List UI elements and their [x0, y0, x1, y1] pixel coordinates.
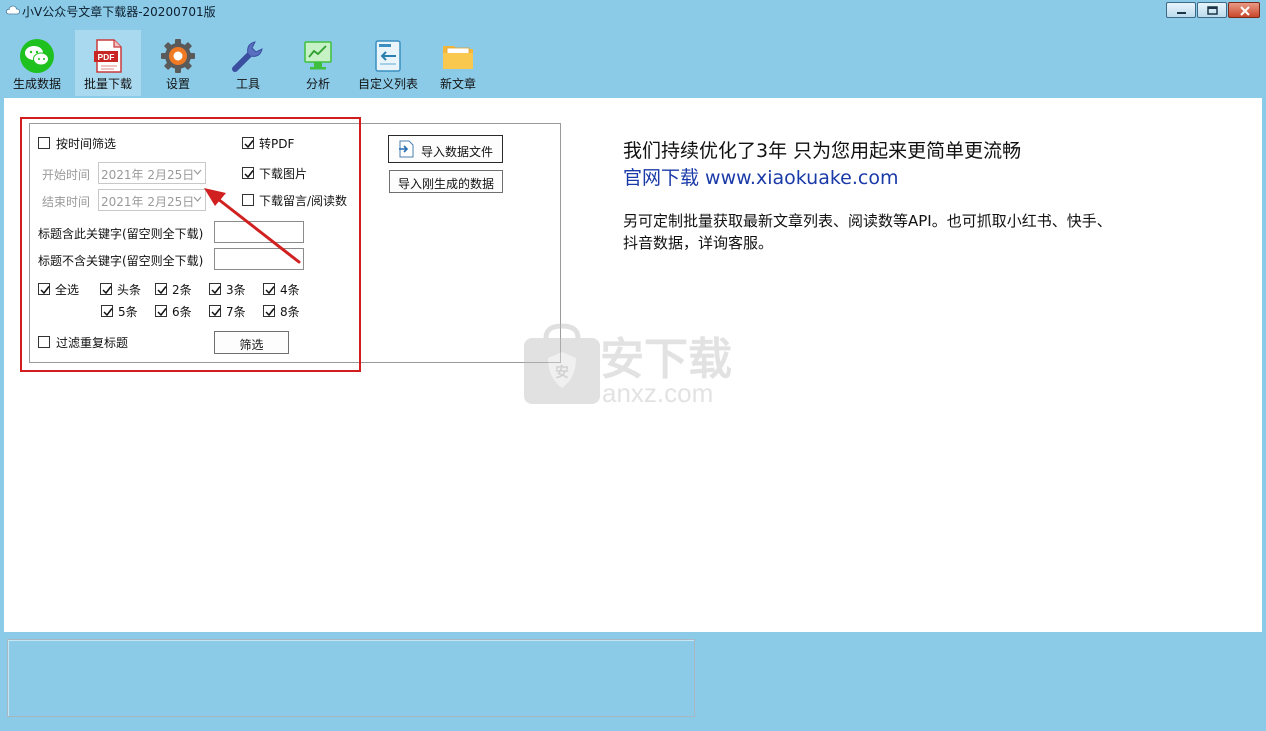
- description-text: 另可定制批量获取最新文章列表、阅读数等API。也可抓取小红书、快手、抖音数据，详…: [623, 212, 1112, 252]
- close-icon: [1240, 6, 1250, 16]
- official-site-link[interactable]: 官网下载 www.xiaokuake.com: [623, 163, 898, 190]
- wechat-icon: [20, 39, 54, 73]
- gear-icon: [161, 39, 195, 73]
- import-file-label: 导入数据文件: [421, 145, 494, 159]
- minimize-icon: [1177, 12, 1186, 14]
- close-button[interactable]: [1228, 2, 1260, 18]
- import-generated-button[interactable]: 导入刚生成的数据: [389, 170, 503, 193]
- toolbar-tools[interactable]: 工具: [215, 30, 281, 96]
- promo-text: 我们持续优化了3年 只为您用起来更简单更流畅: [623, 140, 1022, 162]
- toolbar-analysis[interactable]: 分析: [285, 30, 351, 96]
- import-file-icon: [399, 140, 414, 158]
- toolbar-label: 新文章: [439, 77, 476, 91]
- window-title: 小V公众号文章下载器-20200701版: [22, 5, 216, 19]
- svg-text:PDF: PDF: [98, 52, 115, 62]
- toolbar-label: 工具: [235, 77, 260, 91]
- import-list-icon: [375, 40, 401, 72]
- watermark-logo: 安 安下载 anxz.com: [524, 323, 732, 406]
- chart-monitor-icon: [304, 41, 332, 70]
- maximize-button[interactable]: [1197, 2, 1227, 18]
- maximize-icon: [1207, 6, 1218, 15]
- toolbar-label: 自定义列表: [357, 77, 418, 91]
- toolbar-custom-list[interactable]: 自定义列表: [355, 30, 421, 96]
- log-output: [7, 639, 695, 717]
- toolbar-label: 分析: [305, 77, 330, 91]
- toolbar-settings[interactable]: 设置: [145, 30, 211, 96]
- minimize-button[interactable]: [1166, 2, 1196, 18]
- cloud-icon: [6, 5, 20, 15]
- highlight-frame: [20, 117, 361, 372]
- toolbar-generate-data[interactable]: 生成数据: [4, 30, 70, 96]
- toolbar-label: 批量下载: [83, 77, 132, 91]
- toolbar-new-article[interactable]: 新文章: [425, 30, 491, 96]
- pdf-icon: PDF: [94, 39, 122, 73]
- import-file-button[interactable]: 导入数据文件: [388, 135, 503, 163]
- wrench-icon: [232, 41, 263, 72]
- folder-icon: [443, 46, 473, 69]
- watermark-domain: anxz.com: [602, 378, 713, 406]
- annotation-arrow: [204, 188, 301, 264]
- toolbar-label: 生成数据: [12, 77, 61, 91]
- toolbar-batch-download[interactable]: PDF 批量下载: [75, 30, 141, 96]
- svg-text:安: 安: [555, 364, 569, 381]
- toolbar-label: 设置: [165, 77, 190, 91]
